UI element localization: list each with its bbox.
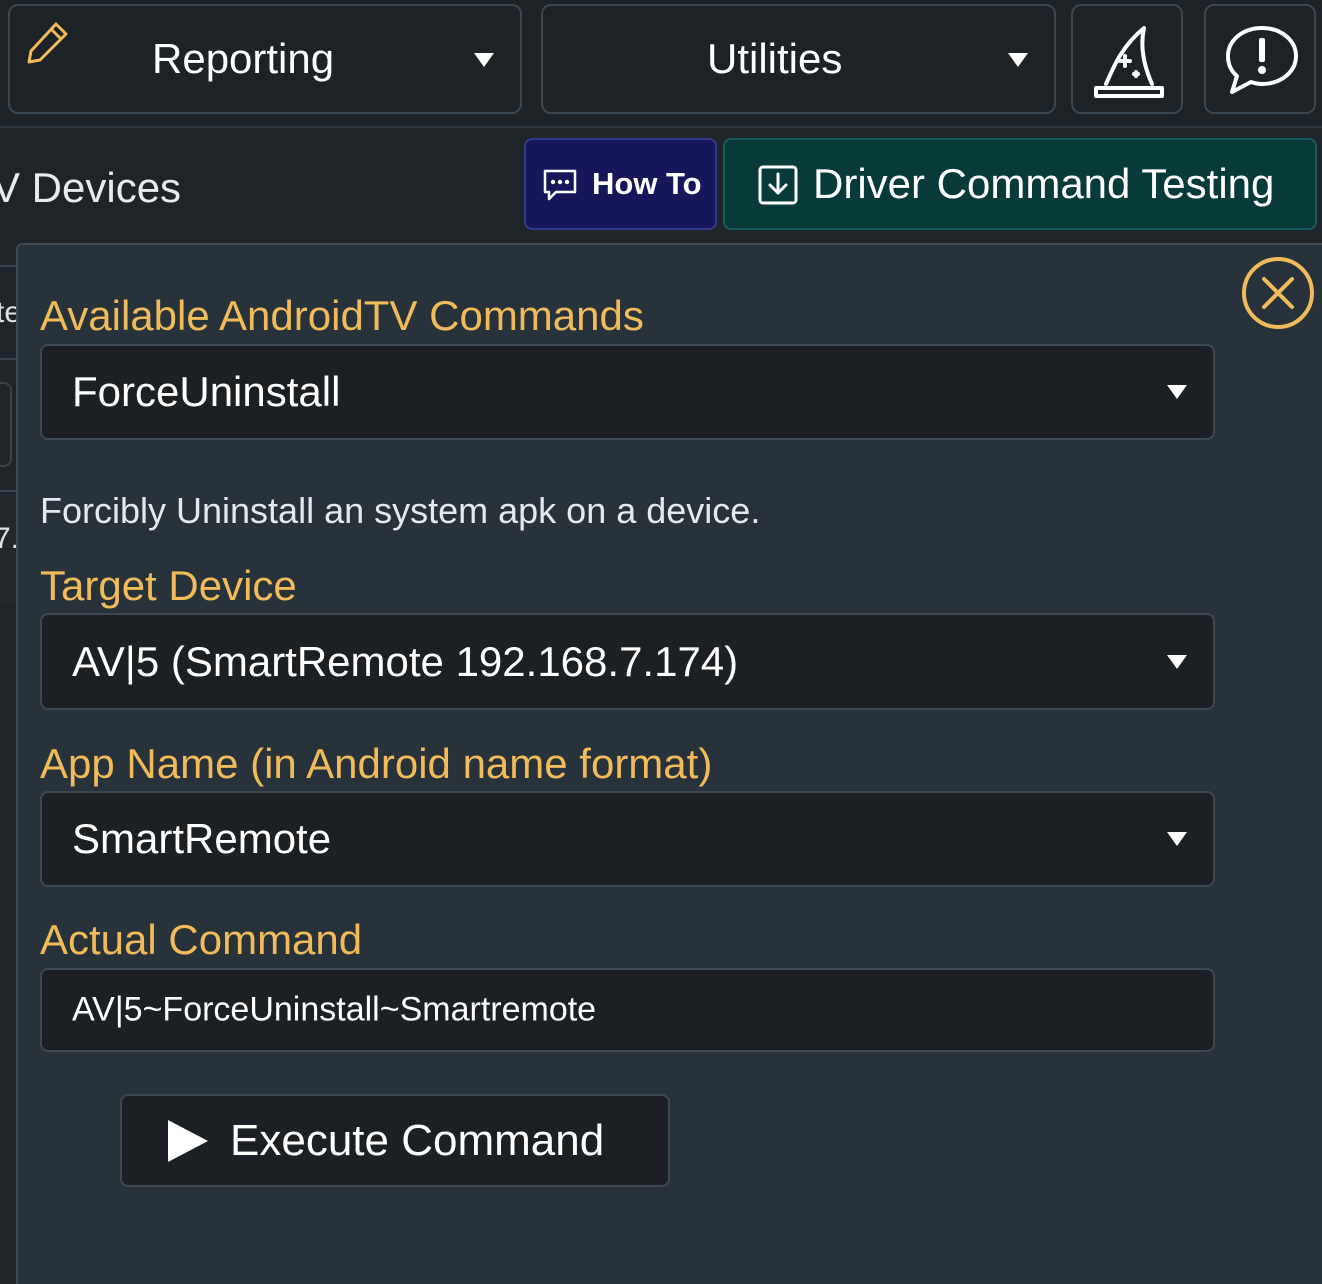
driver-command-testing-label: Driver Command Testing bbox=[813, 160, 1275, 207]
driver-command-testing-button[interactable]: Driver Command Testing bbox=[723, 138, 1317, 230]
reporting-label: Reporting bbox=[152, 35, 335, 82]
background-control bbox=[0, 382, 12, 467]
play-icon bbox=[168, 1120, 208, 1162]
command-description: Forcibly Uninstall an system apk on a de… bbox=[40, 490, 761, 531]
target-device-value: AV|5 (SmartRemote 192.168.7.174) bbox=[72, 637, 739, 685]
chevron-down-icon bbox=[474, 53, 494, 67]
app-name-label: App Name (in Android name format) bbox=[40, 740, 713, 787]
app-name-value: SmartRemote bbox=[72, 815, 332, 862]
download-icon bbox=[758, 165, 798, 205]
app-root: Reporting Utilities V Devices How To Dri… bbox=[0, 0, 1322, 1284]
target-device-label: Target Device bbox=[40, 562, 297, 609]
chat-icon bbox=[543, 169, 577, 201]
command-select-value: ForceUninstall bbox=[72, 368, 341, 415]
command-select[interactable]: ForceUninstall bbox=[40, 344, 1215, 440]
how-to-button[interactable]: How To bbox=[524, 138, 717, 230]
commands-label: Available AndroidTV Commands bbox=[40, 292, 644, 339]
chevron-down-icon bbox=[1008, 53, 1028, 67]
chevron-down-icon bbox=[1167, 832, 1187, 846]
wizard-button[interactable] bbox=[1071, 4, 1183, 114]
execute-command-button[interactable]: Execute Command bbox=[120, 1094, 670, 1187]
pencil-icon bbox=[27, 22, 68, 64]
utilities-dropdown[interactable]: Utilities bbox=[541, 4, 1056, 114]
actual-command-label: Actual Command bbox=[40, 916, 363, 963]
reporting-dropdown[interactable]: Reporting bbox=[8, 4, 522, 114]
how-to-label: How To bbox=[592, 166, 702, 201]
actual-command-value: AV|5~ForceUninstall~Smartremote bbox=[72, 990, 597, 1029]
page-title: V Devices bbox=[0, 164, 182, 211]
utilities-label: Utilities bbox=[707, 35, 843, 82]
chevron-down-icon bbox=[1167, 654, 1187, 669]
alert-bubble-icon bbox=[1226, 26, 1298, 94]
actual-command-field[interactable]: AV|5~ForceUninstall~Smartremote bbox=[40, 968, 1215, 1052]
execute-command-label: Execute Command bbox=[230, 1115, 605, 1165]
close-icon[interactable] bbox=[1240, 255, 1316, 331]
top-bar: Reporting Utilities bbox=[0, 0, 1322, 128]
wizard-hat-icon bbox=[1094, 26, 1164, 98]
target-device-select[interactable]: AV|5 (SmartRemote 192.168.7.174) bbox=[40, 613, 1215, 710]
chevron-down-icon bbox=[1167, 385, 1187, 399]
feedback-button[interactable] bbox=[1204, 4, 1316, 114]
app-name-select[interactable]: SmartRemote bbox=[40, 791, 1215, 887]
